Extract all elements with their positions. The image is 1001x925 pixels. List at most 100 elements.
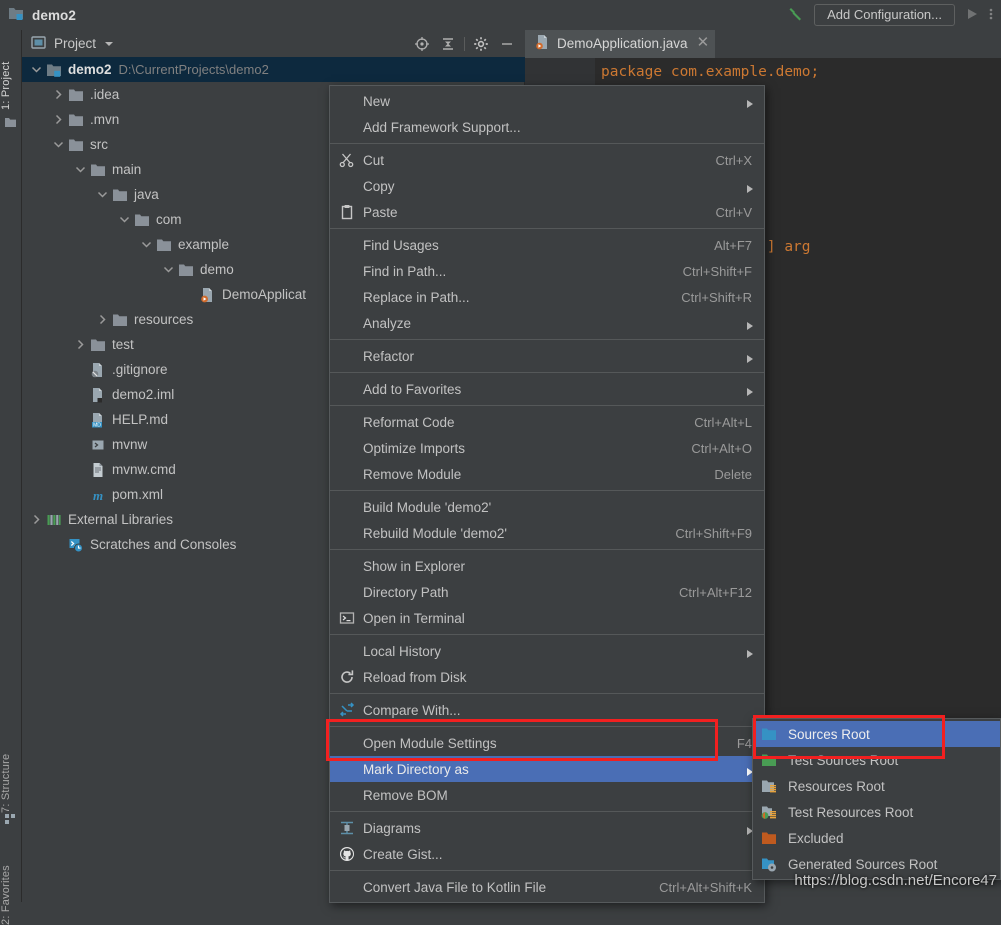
editor-tab-demoapplication[interactable]: DemoApplication.java ✕ bbox=[525, 30, 716, 58]
menu-item-label: New bbox=[363, 93, 391, 109]
submenu-item-label: Test Resources Root bbox=[788, 804, 914, 820]
menu-item-no-icon bbox=[338, 525, 356, 541]
chevron-down-icon[interactable] bbox=[30, 63, 43, 76]
menu-item-no-icon bbox=[338, 381, 356, 397]
java-class-run-icon bbox=[200, 287, 216, 303]
menu-separator bbox=[330, 634, 764, 635]
menu-item-label: Find Usages bbox=[363, 237, 439, 253]
menu-item-create-gist[interactable]: Create Gist... bbox=[330, 841, 764, 867]
menu-item-remove-bom[interactable]: Remove BOM bbox=[330, 782, 764, 808]
menu-item-refactor[interactable]: Refactor bbox=[330, 343, 764, 369]
menu-item-label: Cut bbox=[363, 152, 385, 168]
project-panel-title: Project bbox=[54, 36, 97, 51]
submenu-item-excluded[interactable]: Excluded bbox=[753, 825, 1000, 851]
menu-separator bbox=[330, 693, 764, 694]
menu-item-cut[interactable]: Cut Ctrl+X bbox=[330, 147, 764, 173]
page-title: demo2 bbox=[32, 7, 77, 23]
submenu-item-test-resources-root[interactable]: Test Resources Root bbox=[753, 799, 1000, 825]
menu-item-copy[interactable]: Copy bbox=[330, 173, 764, 199]
sidebar-item-structure[interactable]: 7: Structure bbox=[0, 733, 22, 813]
menu-item-find-usages[interactable]: Find Usages Alt+F7 bbox=[330, 232, 764, 258]
add-configuration-button[interactable]: Add Configuration... bbox=[814, 4, 955, 26]
close-icon[interactable]: ✕ bbox=[697, 35, 710, 50]
folder-icon bbox=[68, 112, 84, 128]
markdown-file-icon: MD bbox=[90, 412, 106, 428]
structure-icon bbox=[4, 812, 17, 825]
sidebar-item-project[interactable]: 1: Project bbox=[0, 40, 22, 110]
chevron-right-icon[interactable] bbox=[96, 313, 109, 326]
tree-row-demo2[interactable]: demo2 D:\CurrentProjects\demo2 bbox=[22, 57, 525, 82]
add-configuration-label: Add Configuration... bbox=[827, 7, 942, 22]
menu-item-build-module-demo2[interactable]: Build Module 'demo2' bbox=[330, 494, 764, 520]
chevron-down-icon[interactable] bbox=[52, 138, 65, 151]
menu-item-shortcut: Ctrl+X bbox=[715, 152, 752, 168]
menu-item-no-icon bbox=[338, 761, 356, 777]
run-play-icon[interactable] bbox=[964, 6, 980, 25]
svg-text:MD: MD bbox=[93, 422, 101, 427]
menu-item-directory-path[interactable]: Directory Path Ctrl+Alt+F12 bbox=[330, 579, 764, 605]
menu-item-label: Directory Path bbox=[363, 584, 449, 600]
no-toggle-icon bbox=[74, 438, 87, 451]
chevron-right-icon[interactable] bbox=[52, 113, 65, 126]
menu-item-rebuild-module-demo2[interactable]: Rebuild Module 'demo2' Ctrl+Shift+F9 bbox=[330, 520, 764, 546]
menu-item-label: Reformat Code bbox=[363, 414, 455, 430]
tree-row-label: resources bbox=[134, 311, 194, 327]
collapse-all-icon[interactable] bbox=[435, 30, 461, 57]
menu-item-reload-from-disk[interactable]: Reload from Disk bbox=[330, 664, 764, 690]
chevron-down-icon[interactable] bbox=[140, 238, 153, 251]
chevron-right-icon[interactable] bbox=[30, 513, 43, 526]
menu-item-compare-with[interactable]: Compare With... bbox=[330, 697, 764, 723]
chevron-down-icon[interactable] bbox=[118, 213, 131, 226]
mark-directory-as-submenu[interactable]: Sources Root Test Sources Root Resources R… bbox=[752, 718, 1001, 880]
menu-item-optimize-imports[interactable]: Optimize Imports Ctrl+Alt+O bbox=[330, 435, 764, 461]
chevron-down-icon[interactable] bbox=[74, 163, 87, 176]
menu-item-add-to-favorites[interactable]: Add to Favorites bbox=[330, 376, 764, 402]
menu-item-show-in-explorer[interactable]: Show in Explorer bbox=[330, 553, 764, 579]
shell-script-icon bbox=[90, 437, 106, 453]
menu-item-label: Create Gist... bbox=[363, 846, 443, 862]
menu-item-label: Convert Java File to Kotlin File bbox=[363, 879, 547, 895]
submenu-item-sources-root[interactable]: Sources Root bbox=[753, 721, 1000, 747]
menu-item-no-icon bbox=[338, 879, 356, 895]
menu-item-convert-java-file-to-kotlin-file[interactable]: Convert Java File to Kotlin File Ctrl+Alt… bbox=[330, 874, 764, 900]
menu-item-label: Remove BOM bbox=[363, 787, 448, 803]
chevron-down-icon[interactable] bbox=[104, 36, 114, 51]
chevron-down-icon[interactable] bbox=[96, 188, 109, 201]
menu-item-reformat-code[interactable]: Reformat Code Ctrl+Alt+L bbox=[330, 409, 764, 435]
scroll-from-source-icon[interactable] bbox=[409, 30, 435, 57]
menu-item-local-history[interactable]: Local History bbox=[330, 638, 764, 664]
submenu-arrow-icon bbox=[746, 385, 754, 400]
menu-item-label: Paste bbox=[363, 204, 398, 220]
chevron-right-icon[interactable] bbox=[52, 88, 65, 101]
menu-item-open-in-terminal[interactable]: Open in Terminal bbox=[330, 605, 764, 631]
menu-item-new[interactable]: New bbox=[330, 88, 764, 114]
menu-item-mark-directory-as[interactable]: Mark Directory as bbox=[330, 756, 764, 782]
hide-panel-icon[interactable] bbox=[494, 30, 520, 57]
submenu-item-resources-root[interactable]: Resources Root bbox=[753, 773, 1000, 799]
menu-item-add-framework-support[interactable]: Add Framework Support... bbox=[330, 114, 764, 140]
more-options-icon[interactable] bbox=[987, 6, 995, 25]
menu-separator bbox=[330, 549, 764, 550]
gear-icon[interactable] bbox=[468, 30, 494, 57]
menu-item-open-module-settings[interactable]: Open Module Settings F4 bbox=[330, 730, 764, 756]
chevron-down-icon[interactable] bbox=[162, 263, 175, 276]
context-menu[interactable]: New Add Framework Support... Cut Ctrl+X Copy… bbox=[329, 85, 765, 903]
menu-item-replace-in-path[interactable]: Replace in Path... Ctrl+Shift+R bbox=[330, 284, 764, 310]
compare-icon bbox=[338, 702, 356, 718]
tree-row-label: main bbox=[112, 161, 142, 177]
menu-item-analyze[interactable]: Analyze bbox=[330, 310, 764, 336]
menu-item-diagrams[interactable]: Diagrams bbox=[330, 815, 764, 841]
menu-item-remove-module[interactable]: Remove Module Delete bbox=[330, 461, 764, 487]
terminal-icon bbox=[338, 610, 356, 626]
tree-row-label: .gitignore bbox=[112, 361, 168, 377]
menu-item-paste[interactable]: Paste Ctrl+V bbox=[330, 199, 764, 225]
folder-icon bbox=[112, 187, 128, 203]
sidebar-item-favorites[interactable]: 2: Favorites bbox=[0, 840, 22, 925]
submenu-item-test-sources-root[interactable]: Test Sources Root bbox=[753, 747, 1000, 773]
build-hammer-icon[interactable] bbox=[786, 4, 806, 27]
tree-row-label: .idea bbox=[90, 86, 120, 102]
tree-row-path: D:\CurrentProjects\demo2 bbox=[118, 62, 269, 77]
chevron-right-icon[interactable] bbox=[74, 338, 87, 351]
menu-item-find-in-path[interactable]: Find in Path... Ctrl+Shift+F bbox=[330, 258, 764, 284]
no-toggle-icon bbox=[74, 388, 87, 401]
